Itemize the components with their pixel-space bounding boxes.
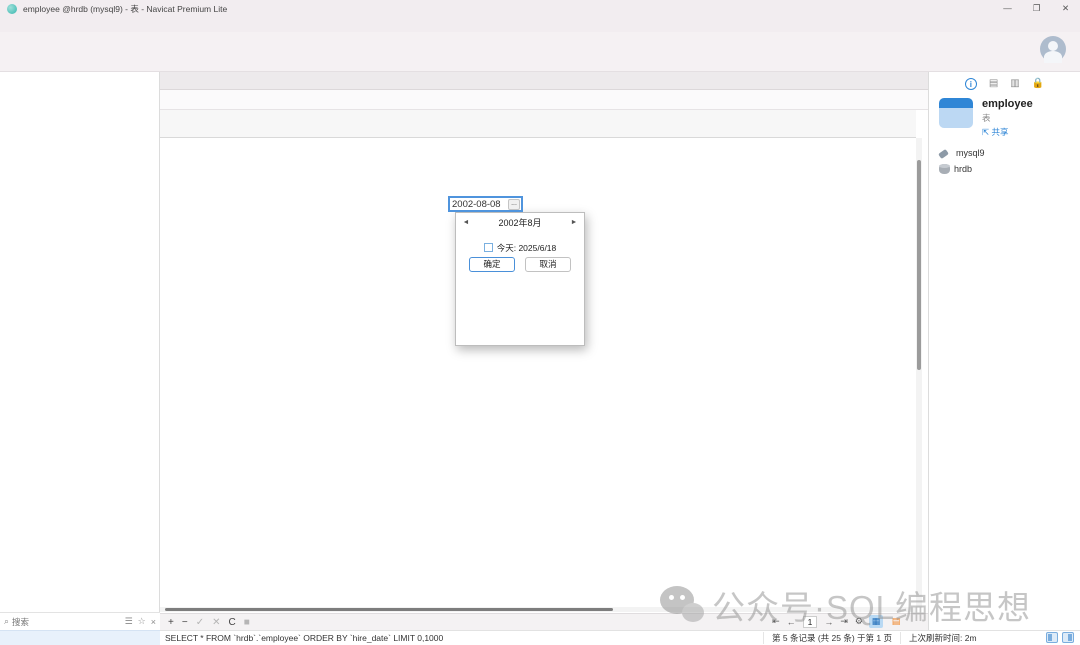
filter-list-icon[interactable]: ☰ (125, 616, 133, 627)
connection-name: mysql9 (956, 148, 985, 158)
status-bar: SELECT * FROM `hrdb`.`employee` ORDER BY… (160, 630, 1080, 645)
cancel-button[interactable]: 取消 (525, 257, 571, 272)
search-icon: ⌕ (4, 616, 9, 627)
share-link[interactable]: ⇱ 共享 (982, 126, 1033, 138)
horizontal-scrollbar-thumb[interactable] (165, 608, 613, 611)
next-page-icon[interactable]: → (824, 617, 833, 627)
add-record-icon[interactable]: + (168, 615, 174, 630)
object-title: employee (982, 98, 1033, 110)
ok-button[interactable]: 确定 (469, 257, 515, 272)
today-checkbox[interactable] (484, 243, 493, 252)
sidebar: ⌕ ☰ ☆ × (0, 72, 160, 645)
table-toolbar (160, 90, 928, 110)
horizontal-scrollbar[interactable] (160, 607, 916, 612)
vertical-scrollbar-thumb[interactable] (917, 160, 921, 370)
close-button[interactable]: ✕ (1051, 0, 1080, 18)
record-info: 第 5 条记录 (共 25 条) 于第 1 页 (763, 632, 900, 644)
weekday-row (460, 229, 580, 240)
discard-icon[interactable]: ✕ (212, 615, 220, 630)
main-toolbar (0, 32, 1080, 72)
search-input[interactable] (12, 617, 120, 627)
last-page-icon[interactable]: ⇥ (840, 616, 848, 627)
toggle-left-panel-icon[interactable] (1046, 632, 1058, 643)
apply-icon[interactable]: ✓ (196, 615, 204, 630)
title-bar: employee @hrdb (mysql9) - 表 - Navicat Pr… (0, 0, 1080, 18)
database-icon (939, 164, 950, 174)
first-page-icon[interactable]: ⇤ (772, 616, 780, 627)
delete-record-icon[interactable]: − (182, 615, 188, 630)
form-view-icon[interactable]: ▤ (889, 615, 903, 628)
columns-icon[interactable]: ▥ (1010, 78, 1019, 90)
menu-bar (0, 18, 1080, 32)
today-label: 今天: 2025/6/18 (497, 242, 557, 254)
object-info-panel: i ▤ ▥ 🔒 employee 表 ⇱ 共享 mysql9 hrdb (928, 72, 1080, 630)
connection-icon (938, 149, 949, 159)
toggle-right-panel-icon[interactable] (1062, 632, 1074, 643)
preview-icon[interactable]: ▤ (989, 78, 998, 90)
page-settings-gear-icon[interactable]: ⚙ (855, 616, 863, 627)
database-name: hrdb (954, 164, 972, 174)
window-title: employee @hrdb (mysql9) - 表 - Navicat Pr… (23, 3, 227, 15)
user-avatar[interactable] (1040, 36, 1066, 62)
vertical-scrollbar[interactable] (916, 138, 922, 608)
table-icon (939, 98, 973, 128)
maximize-button[interactable]: ❐ (1022, 0, 1051, 18)
object-subtitle: 表 (982, 112, 1033, 124)
cell-editor-more-button[interactable]: ... (508, 199, 520, 210)
sidebar-search-row: ⌕ ☰ ☆ × (0, 612, 160, 630)
page-number[interactable]: 1 (803, 616, 818, 628)
cell-date-editor[interactable]: 2002-08-08 ... (448, 196, 523, 212)
window-controls: — ❐ ✕ (993, 0, 1080, 18)
next-month-icon[interactable]: ► (568, 219, 580, 226)
refresh-icon[interactable]: C (228, 615, 235, 630)
cell-editor-value: 2002-08-08 (450, 199, 508, 210)
app-logo-icon (7, 4, 17, 14)
info-icon[interactable]: i (965, 78, 977, 90)
grid-header (160, 110, 916, 138)
minimize-button[interactable]: — (993, 0, 1022, 18)
sidebar-bottom-strip (0, 630, 160, 645)
prev-month-icon[interactable]: ◄ (460, 219, 472, 226)
date-picker: ◄ 2002年8月 ► 今天: 2025/6/18 确定 取消 (455, 212, 585, 346)
bottom-toolbar: + − ✓ ✕ C ■ ⇤ ← 1 → ⇥ ⚙ ▦ ▤ (160, 613, 928, 630)
stop-icon[interactable]: ■ (244, 615, 250, 630)
favorite-star-icon[interactable]: ☆ (138, 616, 146, 627)
month-label: 2002年8月 (472, 216, 568, 229)
tab-bar (160, 72, 928, 90)
collapse-all-icon[interactable]: × (151, 617, 156, 627)
grid-view-icon[interactable]: ▦ (869, 615, 883, 628)
prev-page-icon[interactable]: ← (787, 617, 796, 627)
status-sql: SELECT * FROM `hrdb`.`employee` ORDER BY… (160, 633, 763, 643)
permissions-lock-icon[interactable]: 🔒 (1032, 78, 1044, 90)
